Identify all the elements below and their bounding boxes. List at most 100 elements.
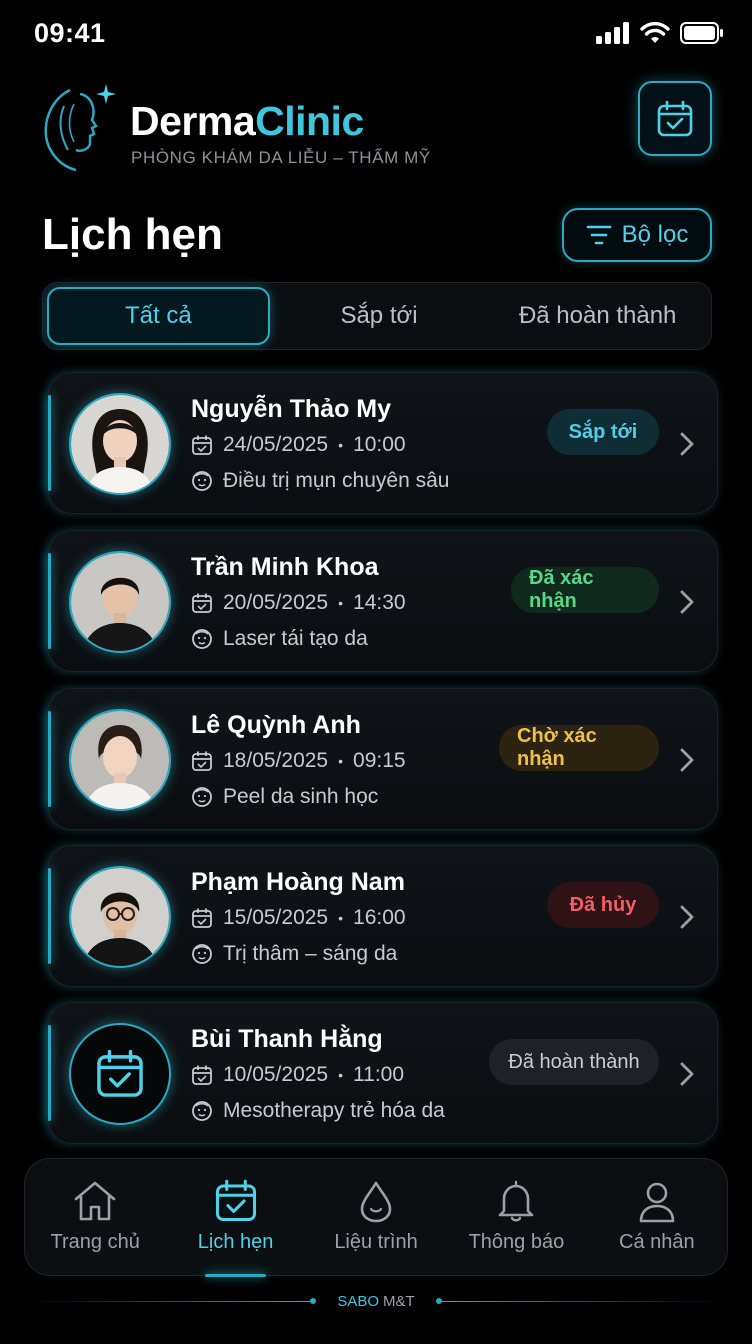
- calendar-icon: [192, 908, 212, 928]
- nav-label: Lịch hẹn: [197, 1231, 274, 1253]
- bottom-nav: Trang chủ Lịch hẹn Liệu trình Thông báo: [24, 1158, 728, 1277]
- patient-name: Trần Minh Khoa: [191, 553, 379, 581]
- appointment-time: 09:15: [353, 749, 406, 772]
- face-icon: [192, 471, 212, 491]
- chevron-right-icon[interactable]: [675, 745, 699, 775]
- footer-brand: SABO M&T: [0, 1290, 752, 1312]
- woman-photo-icon: [71, 711, 169, 809]
- status-badge: Đã xác nhận: [511, 567, 659, 613]
- avatar: [69, 866, 171, 968]
- status-badge: Đã hủy: [547, 882, 659, 928]
- appointment-card[interactable]: Lê Quỳnh Anh 18/05/2025 • 09:15 Peel da …: [48, 688, 718, 830]
- battery-icon: [680, 22, 723, 44]
- calendar-icon: [192, 751, 212, 771]
- nav-item-home[interactable]: Trang chủ: [25, 1159, 165, 1275]
- filter-label: Bộ lọc: [621, 221, 689, 248]
- woman-photo-icon: [71, 395, 169, 493]
- face-icon: [192, 944, 212, 964]
- service-name: Mesotherapy trẻ hóa da: [223, 1099, 445, 1122]
- service-name: Điều trị mụn chuyên sâu: [223, 469, 450, 492]
- calendar-icon: [192, 1065, 212, 1085]
- brand-tagline: PHÒNG KHÁM DA LIỄU – THẨM MỸ: [131, 148, 431, 167]
- calendar-icon: [192, 435, 212, 455]
- calendar-icon: [192, 593, 212, 613]
- nav-label: Liệu trình: [334, 1231, 418, 1253]
- appointment-date: 15/05/2025: [223, 906, 329, 929]
- face-logo-icon: [44, 84, 116, 172]
- page-title: Lịch hẹn: [42, 210, 223, 259]
- nav-item-treatments[interactable]: Liệu trình: [306, 1159, 446, 1275]
- service-name: Laser tái tạo da: [223, 627, 368, 650]
- appointment-card[interactable]: Trần Minh Khoa 20/05/2025 • 14:30 Laser …: [48, 530, 718, 672]
- appointment-service: Mesotherapy trẻ hóa da: [191, 1099, 445, 1123]
- tab-completed[interactable]: Đã hoàn thành: [488, 287, 707, 345]
- avatar: [69, 551, 171, 653]
- service-name: Trị thâm – sáng da: [223, 942, 398, 965]
- appointment-date: 20/05/2025: [223, 591, 329, 614]
- appointment-time: 16:00: [353, 906, 406, 929]
- appointment-date: 10/05/2025: [223, 1063, 329, 1086]
- nav-label: Cá nhân: [619, 1231, 695, 1253]
- nav-label: Trang chủ: [50, 1231, 140, 1253]
- bell-icon: [499, 1180, 534, 1222]
- chevron-right-icon[interactable]: [675, 902, 699, 932]
- calendar-check-icon: [215, 1179, 256, 1222]
- avatar: [69, 393, 171, 495]
- drop-icon: [360, 1181, 392, 1223]
- appointment-card[interactable]: Phạm Hoàng Nam 15/05/2025 • 16:00 Trị th…: [48, 845, 718, 987]
- tab-all[interactable]: Tất cả: [47, 287, 270, 345]
- chevron-right-icon[interactable]: [675, 587, 699, 617]
- appointment-date: 18/05/2025: [223, 749, 329, 772]
- avatar: [69, 709, 171, 811]
- face-icon: [192, 1101, 212, 1121]
- appointment-datetime: 10/05/2025 • 11:00: [191, 1063, 404, 1087]
- calendar-check-icon: [657, 100, 693, 136]
- status-icons: [596, 22, 724, 44]
- man-photo-icon: [71, 868, 169, 966]
- appointment-datetime: 24/05/2025 • 10:00: [191, 433, 406, 457]
- status-time: 09:41: [34, 18, 106, 48]
- appointment-datetime: 15/05/2025 • 16:00: [191, 906, 406, 930]
- nav-item-appointments[interactable]: Lịch hẹn: [165, 1159, 305, 1277]
- appointment-card[interactable]: Nguyễn Thảo My 24/05/2025 • 10:00 Điều t…: [48, 372, 718, 514]
- appointment-time: 11:00: [353, 1063, 405, 1086]
- appointment-date: 24/05/2025: [223, 433, 329, 456]
- filter-icon: [586, 225, 611, 245]
- chevron-right-icon[interactable]: [675, 429, 699, 459]
- nav-item-notifications[interactable]: Thông báo: [446, 1159, 586, 1275]
- face-icon: [192, 629, 212, 649]
- patient-name: Lê Quỳnh Anh: [191, 711, 361, 739]
- tab-upcoming[interactable]: Sắp tới: [270, 287, 489, 345]
- appointment-service: Laser tái tạo da: [191, 627, 368, 651]
- footer-brand-name: SABO: [337, 1292, 379, 1310]
- avatar: [69, 1023, 171, 1125]
- home-icon: [74, 1181, 116, 1221]
- appointment-service: Peel da sinh học: [191, 785, 378, 809]
- service-name: Peel da sinh học: [223, 785, 379, 808]
- appointment-datetime: 18/05/2025 • 09:15: [191, 749, 406, 773]
- nav-label: Thông báo: [468, 1231, 565, 1253]
- status-badge: Sắp tới: [547, 409, 659, 455]
- appointment-card[interactable]: Bùi Thanh Hằng 10/05/2025 • 11:00 Mesoth…: [48, 1002, 718, 1144]
- brand-name: DermaClinic: [130, 98, 364, 144]
- user-icon: [639, 1182, 675, 1223]
- appointment-service: Trị thâm – sáng da: [191, 942, 397, 966]
- footer-brand-suffix: M&T: [383, 1292, 415, 1310]
- status-badge: Đã hoàn thành: [489, 1039, 659, 1085]
- man-photo-icon: [71, 553, 169, 651]
- app-header: DermaClinic PHÒNG KHÁM DA LIỄU – THẨM MỸ: [0, 78, 752, 178]
- face-icon: [192, 787, 212, 807]
- chevron-right-icon[interactable]: [675, 1059, 699, 1089]
- signal-icon: [596, 22, 629, 44]
- patient-name: Phạm Hoàng Nam: [191, 868, 405, 896]
- nav-item-profile[interactable]: Cá nhân: [587, 1159, 727, 1275]
- appointment-time: 10:00: [353, 433, 406, 456]
- calendar-button[interactable]: [638, 81, 712, 156]
- status-tabs: Tất cả Sắp tới Đã hoàn thành: [42, 282, 712, 350]
- calendar-check-icon: [97, 1049, 143, 1097]
- wifi-icon: [640, 22, 670, 43]
- patient-name: Nguyễn Thảo My: [191, 395, 392, 423]
- appointment-datetime: 20/05/2025 • 14:30: [191, 591, 406, 615]
- filter-button[interactable]: Bộ lọc: [562, 208, 712, 262]
- appointment-service: Điều trị mụn chuyên sâu: [191, 469, 449, 493]
